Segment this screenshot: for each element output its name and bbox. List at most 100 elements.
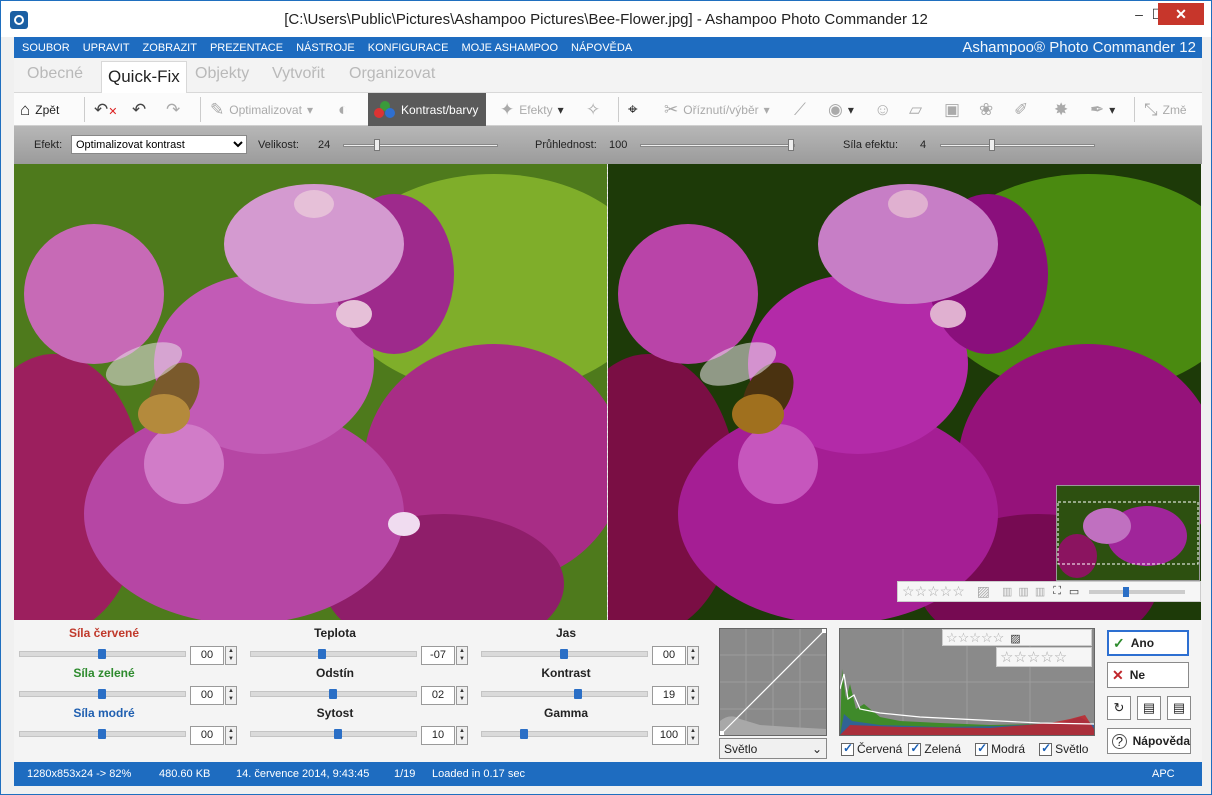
yes-button[interactable]: ✓ Ano [1107,630,1189,656]
menu-nastroje[interactable]: NÁSTROJE [296,42,355,54]
menu-zobrazit[interactable]: ZOBRAZIT [143,42,197,54]
value-field-sila-cervene[interactable]: 00 [190,646,224,665]
crop-button[interactable]: ✂ Oříznutí/výběr ▾ [664,93,770,126]
slider-teplota[interactable] [250,649,417,659]
spinner-sila-cervene[interactable]: ▲ ▼ [225,646,237,665]
menu-soubor[interactable]: SOUBOR [22,42,70,54]
zoom-slider[interactable] [1089,586,1186,597]
slider-knob-odstin[interactable] [328,689,337,699]
transparency-slider[interactable] [640,144,795,147]
slider-sila-zelene[interactable] [19,689,186,699]
undo-button[interactable]: ↶ [132,93,146,126]
spinner-sila-zelene[interactable]: ▲ ▼ [225,686,237,705]
slider-sila-modre[interactable] [19,729,186,739]
resize-button[interactable]: ⤡ Změ [1144,93,1187,126]
tab-objekty[interactable]: Objekty [195,65,249,83]
red-eye-button[interactable]: ◉ ▾ [828,93,854,126]
rating-row-top[interactable]: ☆☆☆☆☆ ▨ [942,629,1092,646]
monitor-icon[interactable]: ▭ [1069,585,1079,598]
menu-moje-ashampoo[interactable]: MOJE ASHAMPOO [461,42,558,54]
compare-full-icon[interactable]: ▥ [1035,585,1045,598]
slider-sytost[interactable] [250,729,417,739]
compare-split-icon[interactable]: ▥ [1018,585,1028,598]
spinner-jas[interactable]: ▲ ▼ [687,646,699,665]
size-slider[interactable] [343,144,498,147]
value-field-kontrast[interactable]: 19 [652,686,686,705]
slider-jas[interactable] [481,649,648,659]
undo-reset-button[interactable]: ↶✕ [94,93,117,126]
spinner-kontrast[interactable]: ▲ ▼ [687,686,699,705]
spinner-teplota[interactable]: ▲ ▼ [456,646,468,665]
rating-row-bottom[interactable]: ☆☆☆☆☆ [996,647,1092,667]
select-button[interactable]: ⌖ [628,93,638,126]
load-preset-button[interactable]: ▤ [1167,696,1191,720]
slider-knob-sytost[interactable] [333,729,342,739]
brightness-button[interactable]: ◐ [338,93,348,126]
slider-kontrast[interactable] [481,689,648,699]
value-field-jas[interactable]: 00 [652,646,686,665]
size-slider-thumb[interactable] [374,139,380,151]
pen-button[interactable]: ✒ ▾ [1090,93,1115,126]
clone-button[interactable]: ✐ [1014,93,1028,126]
menu-upravit[interactable]: UPRAVIT [83,42,130,54]
navigator-preview[interactable] [1056,485,1200,581]
portrait-button[interactable]: ☺ [874,93,891,126]
menu-napoveda[interactable]: NÁPOVĚDA [571,42,632,54]
curve-channel-select[interactable]: Světlo ⌄ [719,738,827,759]
rating-stars[interactable]: ☆☆☆☆☆ [902,583,965,600]
no-button[interactable]: ✕ Ne [1107,662,1189,688]
effect-select[interactable]: Optimalizovat kontrast [71,135,247,154]
value-field-sila-modre[interactable]: 00 [190,726,224,745]
spinner-gamma[interactable]: ▲ ▼ [687,726,699,745]
optimize-button[interactable]: ✎ Optimalizovat ▾ [210,93,313,126]
slider-gamma[interactable] [481,729,648,739]
slider-knob-sila-cervene[interactable] [97,649,106,659]
tab-organizovat[interactable]: Organizovat [349,65,435,83]
compare-icon[interactable]: ▥ [1002,585,1012,598]
spinner-odstin[interactable]: ▲ ▼ [456,686,468,705]
strength-slider-thumb[interactable] [989,139,995,151]
check-green[interactable]: Zelená [908,741,961,756]
palette-button[interactable]: ❀ [979,93,993,126]
check-blue[interactable]: Modrá [975,741,1025,756]
original-photo[interactable] [14,164,607,620]
splash-button[interactable]: ✸ [1054,93,1068,126]
help-button[interactable]: ? Nápověda [1107,728,1191,754]
eraser-button[interactable]: ▱ [909,93,922,126]
value-field-teplota[interactable]: -07 [421,646,455,665]
fullscreen-icon[interactable]: ⛶ [1053,585,1061,598]
tone-curve[interactable] [719,628,827,736]
transparency-slider-thumb[interactable] [788,139,794,151]
check-light[interactable]: Světlo [1039,741,1088,756]
value-field-sytost[interactable]: 10 [421,726,455,745]
reset-button[interactable]: ↻ [1107,696,1131,720]
slider-knob-sila-zelene[interactable] [97,689,106,699]
image-icon[interactable]: ▨ [977,583,990,600]
effects-button[interactable]: ✦ Efekty ▾ [500,93,564,126]
check-red[interactable]: Červená [841,741,902,756]
menu-konfigurace[interactable]: KONFIGURACE [368,42,449,54]
tab-obecne[interactable]: Obecné [27,65,83,83]
tab-quick-fix[interactable]: Quick-Fix [101,61,187,93]
spinner-sytost[interactable]: ▲ ▼ [456,726,468,745]
slider-knob-kontrast[interactable] [574,689,583,699]
slider-odstin[interactable] [250,689,417,699]
magic-effect-button[interactable]: ✧ [586,93,600,126]
redo-button[interactable]: ↷ [166,93,180,126]
value-field-gamma[interactable]: 100 [652,726,686,745]
close-button[interactable]: ✕ [1158,3,1204,25]
save-preset-button[interactable]: ▤ [1137,696,1161,720]
value-field-sila-zelene[interactable]: 00 [190,686,224,705]
contrast-colors-button[interactable]: Kontrast/barvy [368,93,487,126]
tab-vytvorit[interactable]: Vytvořit [272,65,325,83]
slider-knob-gamma[interactable] [520,729,529,739]
back-button[interactable]: ⌂ Zpět [20,93,59,126]
slider-knob-sila-modre[interactable] [97,729,106,739]
slider-knob-jas[interactable] [559,649,568,659]
straighten-button[interactable]: ⟋ [794,93,806,126]
frame-button[interactable]: ▣ [944,93,960,126]
slider-knob-teplota[interactable] [317,649,326,659]
slider-sila-cervene[interactable] [19,649,186,659]
spinner-sila-modre[interactable]: ▲ ▼ [225,726,237,745]
menu-prezentace[interactable]: PREZENTACE [210,42,283,54]
